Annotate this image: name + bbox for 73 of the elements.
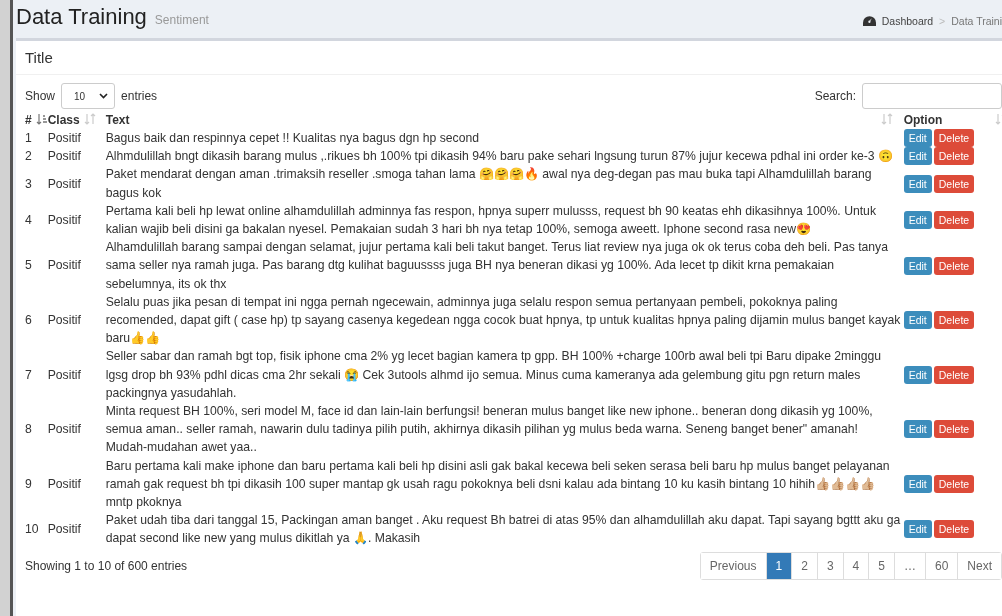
edit-button[interactable]: Edit (903, 211, 932, 229)
review-text: Minta request BH 100%, seri model M, face id dan lain-lain berfungsi! beneran mulus banget like new iphone.. beneran dong dikasih yg 100%, semua aman.. seller ramah, nawarin dulu tadinya pilih putih, akhirnya dikasih pilihan yg mulus beda warna. Seneng banget bener" amanah! Mudah-mudahan awet yaa.. (105, 404, 873, 455)
sort-icon[interactable] (880, 113, 893, 125)
row-number: 4 (25, 212, 32, 227)
class-label: Positif (47, 149, 81, 164)
column-header[interactable]: Class (47, 113, 80, 127)
search-field[interactable] (862, 83, 1002, 109)
row-number: 5 (25, 258, 32, 273)
delete-button[interactable]: Delete (933, 211, 975, 229)
class-label: Positif (47, 258, 81, 273)
delete-button[interactable]: Delete (933, 174, 975, 193)
card-title: Title (16, 41, 1002, 75)
breadcrumb-separator: > (939, 15, 946, 27)
entries-select[interactable]: 10 (61, 83, 116, 109)
class-label: Positif (47, 313, 81, 328)
edit-button[interactable]: Edit (903, 420, 932, 439)
entries-info: Showing 1 to 10 of 600 entries (25, 558, 188, 573)
breadcrumb-link[interactable]: Data Traini (951, 15, 1002, 27)
row-number: 10 (25, 522, 39, 537)
delete-button[interactable]: Delete (933, 365, 975, 384)
row-number: 2 (25, 149, 32, 164)
delete-button[interactable]: Delete (933, 256, 975, 275)
chevron-down-icon (99, 93, 109, 99)
review-text: Paket mendarat dengan aman .trimaksih reseller .smoga tahan lama 🤗🤗🤗🔥 awal nya deg-degan pas mau buka tapi Alhamdulillah barang bagus kok (105, 167, 872, 200)
edit-button[interactable]: Edit (903, 520, 932, 539)
delete-button[interactable]: Delete (933, 147, 975, 166)
edit-button[interactable]: Edit (903, 474, 932, 493)
edit-button[interactable]: Edit (903, 129, 932, 148)
page-title: Data Training (16, 4, 147, 30)
review-text: Bagus baik dan respinnya cepet !! Kualitas nya bagus dgn hp second (105, 131, 480, 145)
row-number: 3 (25, 176, 32, 191)
column-header[interactable]: Text (105, 113, 130, 127)
edit-button[interactable]: Edit (903, 365, 932, 384)
class-label: Positif (47, 367, 81, 382)
row-number: 9 (25, 476, 32, 491)
page-link[interactable]: Next (957, 552, 1001, 579)
breadcrumb-link[interactable]: Dashboard (881, 15, 934, 27)
delete-button[interactable]: Delete (933, 520, 975, 539)
review-text: Alhamdulillah barang sampai dengan selamat, jujur pertama kali beli takut banget. Terus liat review nya juga ok ok terus coba deh beli. Pas tanya sama seller nya ramah juga. Pas barang dtg kulihat baguussss juga BH nya beneran dikasi yg 100%. Ada lecet tp dikit krna pemakaian sebelumnya, its ok thx (105, 240, 888, 291)
page-subtitle: Sentiment (154, 13, 209, 27)
review-text: Paket udah tiba dari tanggal 15, Packingan aman banget . Aku request Bh batrei di atas 95% dan alhamdulillah aku dapat. Tapi sayang bgttt aku ga dapat second like new yang mulus dikitlah ya 🙏. Makasih (105, 513, 901, 546)
row-number: 8 (25, 422, 32, 437)
class-label: Positif (47, 131, 81, 145)
column-header[interactable]: # (25, 113, 32, 127)
entries-label: entries (121, 89, 158, 103)
delete-button[interactable]: Delete (933, 129, 975, 148)
column-header[interactable]: Option (903, 113, 943, 127)
page-link[interactable]: 1 (765, 552, 792, 579)
delete-button[interactable]: Delete (933, 420, 975, 439)
delete-button[interactable]: Delete (933, 311, 975, 330)
review-text: Baru pertama kali make iphone dan baru pertama kali beli hp disini asli gak bakal kecewa beli seken serasa beli baru hp mulus banget pelayanan ramah gak request bh tpi dikasih 100 super mantap gk usah ragu pokoknya beli dsni kalau ada bintang 10 ku kasih bintang 10 hihih👍🏼👍🏼👍🏼👍🏼mntp pkoknya (105, 458, 890, 510)
class-label: Positif (47, 176, 81, 191)
class-label: Positif (47, 422, 81, 437)
edit-button[interactable]: Edit (903, 174, 932, 193)
edit-button[interactable]: Edit (903, 256, 932, 275)
review-text: Pertama kali beli hp lewat online alhamdulillah adminnya fas respon, hpnya superr mulusss, request bh 90 keatas ehh dikasihnya 100%. Untuk kalian wajib beli disini ga bakalan nyesel. Pemakaian sudah 3 hari bh nya tetap 100%, semoga aweett. Iphone second rasa new😍 (105, 203, 876, 236)
sort-ascending-icon[interactable] (35, 113, 48, 125)
search-label: Search: (814, 89, 856, 103)
row-number: 1 (25, 131, 32, 145)
class-label: Positif (47, 212, 81, 227)
edit-button[interactable]: Edit (903, 147, 932, 166)
class-label: Positif (47, 476, 81, 491)
review-text: Alhmdulillah bngt dikasih barang mulus ,.rikues bh 100% tpi dikasih 94% baru pake sehari lngsung turun 87% jujur kecewa pdhal ini order ke-3 🙃 (105, 149, 893, 164)
dashboard-icon (862, 16, 876, 26)
review-text: Seller sabar dan ramah bgt top, fisik iphone cma 2% yg lecet bagian kamera tp gpp. BH 100% +charge 100rb awal beli tpi Baru dipake 2minggu lgsg drop bh 93% pdhl dicas cma 2hr sekali 😭 Cek 3utools alhmd ijo semua. Minus cuma kameranya ada gelembung gitu pgn return males packingnya yasudahlah. (105, 349, 882, 400)
review-text: Selalu puas jika pesan di tempat ini ngga pernah ngecewain, adminnya juga selalu respon semua pertanyaan pembeli, pokoknya paling recomended, dapat gift ( case hp) tp sayang casenya kegedean ngga cocok buat hpnya, tp untuk kualitas hpnya paling dijamin mulus banget kayak baru👍👍 (105, 294, 901, 346)
row-number: 7 (25, 367, 32, 382)
delete-button[interactable]: Delete (933, 474, 975, 493)
edit-button[interactable]: Edit (903, 311, 932, 330)
row-number: 6 (25, 313, 32, 328)
class-label: Positif (47, 522, 81, 537)
show-label: Show (25, 89, 56, 103)
sort-icon[interactable] (83, 113, 96, 125)
